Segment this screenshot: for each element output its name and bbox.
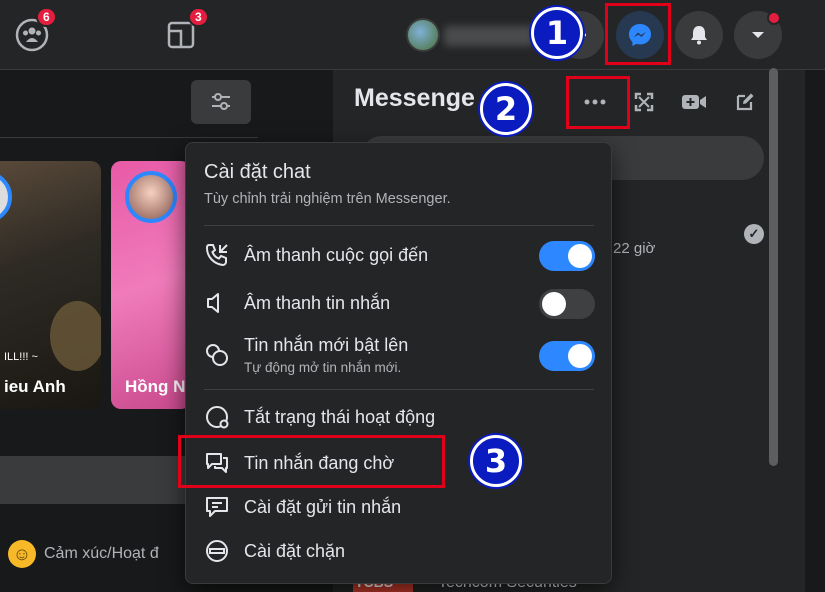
chat-bubbles-icon — [202, 340, 232, 370]
smile-icon: ☺ — [8, 540, 36, 568]
divider — [204, 389, 594, 390]
step-marker-1: 1 — [531, 7, 583, 59]
incoming-call-sound-label: Âm thanh cuộc gọi đến — [244, 245, 429, 265]
block-settings-label: Cài đặt chặn — [244, 541, 346, 561]
chat-settings-menu: Cài đặt chat Tùy chỉnh trải nghiệm trên … — [185, 142, 612, 584]
feeling-label: Cảm xúc/Hoạt đ — [44, 545, 159, 562]
profile-avatar[interactable] — [406, 18, 440, 52]
popup-new-messages-note: Tự động mở tin nhắn mới. — [244, 360, 402, 375]
story-name: Hồng N — [125, 377, 186, 396]
story-card[interactable]: Hồng N — [111, 161, 191, 409]
chat-settings-title: Cài đặt chat — [204, 161, 311, 183]
incoming-call-sound-toggle[interactable] — [539, 241, 595, 271]
block-settings-item[interactable]: Cài đặt chặn — [186, 529, 613, 573]
feeling-activity-button[interactable]: ☺ Cảm xúc/Hoạt đ — [8, 540, 159, 568]
message-delivery-settings-label: Cài đặt gửi tin nhắn — [244, 497, 402, 517]
top-navigation-bar: 6 3 — [0, 0, 825, 70]
highlight-more-options — [566, 76, 630, 129]
divider — [204, 225, 594, 226]
bell-icon — [691, 26, 707, 45]
compose-icon — [736, 93, 754, 111]
expand-button[interactable] — [628, 86, 660, 118]
highlight-messenger-button — [605, 3, 671, 65]
story-avatar — [125, 171, 177, 223]
highlight-message-requests — [178, 435, 445, 488]
expand-icon — [634, 92, 654, 112]
profile-name-blurred[interactable] — [444, 26, 534, 46]
new-message-button[interactable] — [729, 86, 761, 118]
step-marker-3: 3 — [470, 435, 522, 487]
story-image — [50, 301, 101, 371]
message-sound-row[interactable]: Âm thanh tin nhắn — [186, 281, 613, 325]
page-right-edge — [805, 70, 825, 592]
pages-badge: 3 — [188, 7, 209, 27]
popup-new-messages-toggle[interactable] — [539, 341, 595, 371]
sliders-icon — [212, 93, 230, 110]
popup-new-messages-label: Tin nhắn mới bật lên — [244, 335, 409, 355]
turn-off-active-status-item[interactable]: Tắt trạng thái hoạt động — [186, 395, 613, 439]
new-room-button[interactable] — [678, 86, 710, 118]
turn-off-active-status-label: Tắt trạng thái hoạt động — [244, 407, 436, 427]
messenger-scrollbar[interactable] — [769, 68, 778, 466]
message-sound-toggle[interactable] — [539, 289, 595, 319]
incoming-call-sound-row[interactable]: Âm thanh cuộc gọi đến — [186, 233, 613, 277]
story-name: ieu Anh — [4, 377, 66, 396]
message-sound-label: Âm thanh tin nhắn — [244, 293, 391, 313]
active-status-icon — [202, 402, 232, 432]
account-notification-dot — [767, 11, 781, 25]
messenger-title: Messenger — [354, 84, 476, 112]
feed-filter-button[interactable] — [191, 80, 251, 124]
message-delivery-icon — [202, 492, 232, 522]
toggle-knob — [568, 344, 592, 368]
read-check-icon: ✓ — [744, 224, 764, 244]
video-camera-icon — [682, 95, 706, 109]
toggle-knob — [568, 244, 592, 268]
toggle-knob — [542, 292, 566, 316]
phone-incoming-icon — [202, 240, 232, 270]
chat-settings-subtitle: Tùy chỉnh trải nghiệm trên Messenger. — [204, 191, 451, 207]
story-caption: ILL!!! ~ — [4, 351, 38, 363]
popup-new-messages-row[interactable]: Tin nhắn mới bật lên Tự động mở tin nhắn… — [186, 329, 613, 381]
speaker-icon — [202, 288, 232, 318]
feed-header — [0, 70, 258, 138]
notifications-button[interactable] — [675, 11, 723, 59]
message-delivery-settings-item[interactable]: Cài đặt gửi tin nhắn — [186, 485, 613, 529]
chevron-down-icon — [752, 32, 764, 38]
message-time: 22 giờ — [613, 240, 656, 257]
block-icon — [202, 536, 232, 566]
friends-badge: 6 — [36, 7, 57, 27]
story-card[interactable]: ILL!!! ~ ieu Anh — [0, 161, 101, 409]
step-marker-2: 2 — [480, 83, 532, 135]
story-avatar — [0, 171, 12, 223]
